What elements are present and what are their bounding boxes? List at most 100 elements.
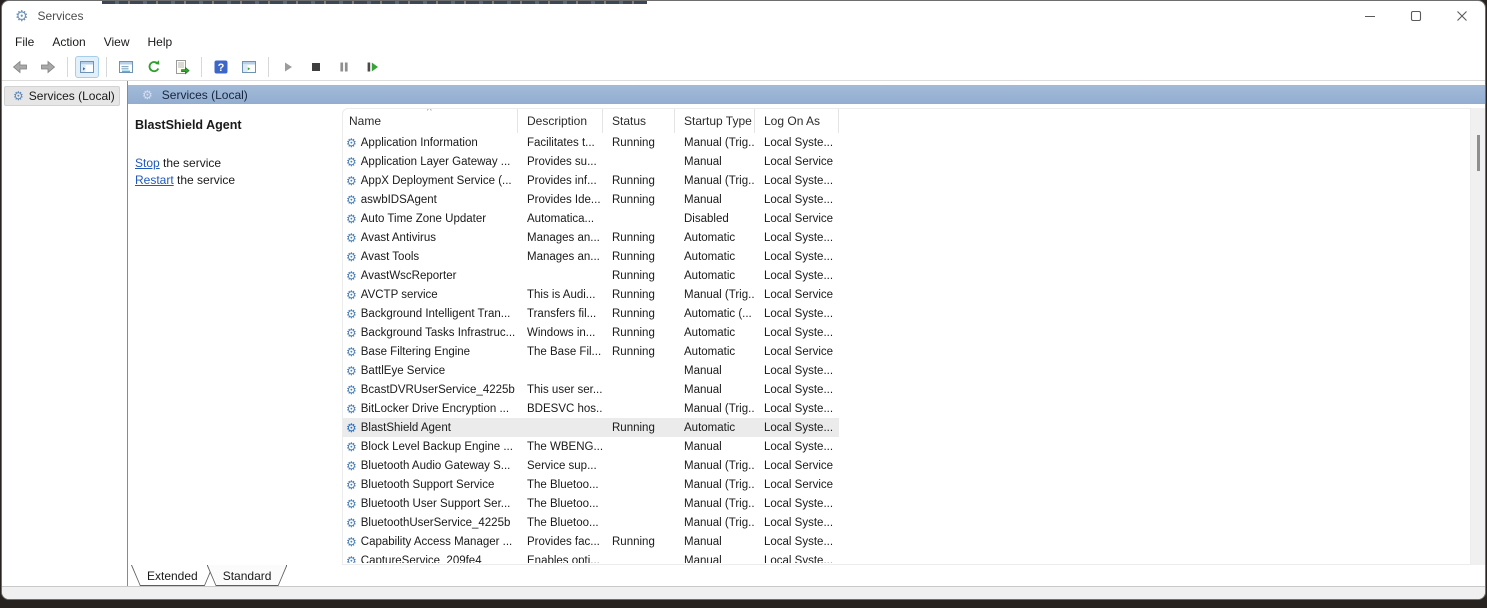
service-log-on-as: Local Syste... xyxy=(755,380,839,399)
main-header-label: Services (Local) xyxy=(162,88,248,102)
service-row[interactable]: BluetoothUserService_4225b The Bluetoo..… xyxy=(343,513,839,532)
service-row[interactable]: Bluetooth Audio Gateway S... Service sup… xyxy=(343,456,839,475)
service-gear-icon xyxy=(346,403,357,415)
stop-link[interactable]: Stop xyxy=(135,156,160,170)
service-row[interactable]: Bluetooth Support Service The Bluetoo...… xyxy=(343,475,839,494)
export-list-icon[interactable] xyxy=(170,56,194,78)
service-row[interactable]: Avast Tools Manages an... Running Automa… xyxy=(343,247,839,266)
column-header-startup-type[interactable]: Startup Type xyxy=(675,109,755,133)
restart-link[interactable]: Restart xyxy=(135,173,174,187)
service-description: Service sup... xyxy=(518,456,603,475)
service-row[interactable]: aswbIDSAgent Provides Ide... Running Man… xyxy=(343,190,839,209)
service-row[interactable]: Block Level Backup Engine ... The WBENG.… xyxy=(343,437,839,456)
service-status xyxy=(603,513,675,532)
menu-view[interactable]: View xyxy=(95,32,139,52)
service-row[interactable]: AvastWscReporter Running Automatic Local… xyxy=(343,266,839,285)
service-log-on-as: Local Service xyxy=(755,152,839,171)
service-log-on-as: Local Syste... xyxy=(755,437,839,456)
service-gear-icon xyxy=(346,327,357,339)
menu-file[interactable]: File xyxy=(6,32,43,52)
service-row[interactable]: Application Layer Gateway ... Provides s… xyxy=(343,152,839,171)
service-startup-type: Manual xyxy=(675,380,755,399)
service-name: Bluetooth Support Service xyxy=(361,479,495,491)
minimize-button[interactable] xyxy=(1347,1,1393,31)
service-row[interactable]: Background Intelligent Tran... Transfers… xyxy=(343,304,839,323)
forward-icon[interactable] xyxy=(36,56,60,78)
vertical-scrollbar[interactable] xyxy=(1471,108,1485,565)
service-row[interactable]: BattlEye Service Manual Local Syste... xyxy=(343,361,839,380)
service-log-on-as: Local Syste... xyxy=(755,513,839,532)
service-name: CaptureService_209fe4 xyxy=(361,555,482,564)
menu-action[interactable]: Action xyxy=(43,32,94,52)
service-row[interactable]: Capability Access Manager ... Provides f… xyxy=(343,532,839,551)
stop-suffix: the service xyxy=(160,156,221,170)
properties-icon[interactable] xyxy=(114,56,138,78)
tab-extended[interactable]: Extended xyxy=(131,565,214,586)
service-row[interactable]: Base Filtering Engine The Base Fil... Ru… xyxy=(343,342,839,361)
toolbar-separator xyxy=(67,57,68,77)
service-status: Running xyxy=(603,171,675,190)
service-status xyxy=(603,551,675,563)
service-row[interactable]: BcastDVRUserService_4225b This user ser.… xyxy=(343,380,839,399)
service-description xyxy=(518,361,603,380)
column-header-description[interactable]: Description xyxy=(518,109,603,133)
service-log-on-as: Local Syste... xyxy=(755,190,839,209)
services-gear-icon xyxy=(142,89,153,101)
toolbar-separator xyxy=(201,57,202,77)
service-status: Running xyxy=(603,342,675,361)
service-row[interactable]: Application Information Facilitates t...… xyxy=(343,133,839,152)
stop-service-icon[interactable] xyxy=(304,56,328,78)
service-row[interactable]: CaptureService_209fe4 Enables opti... Ma… xyxy=(343,551,839,563)
service-row[interactable]: Bluetooth User Support Ser... The Blueto… xyxy=(343,494,839,513)
column-header-log-on-as[interactable]: Log On As xyxy=(755,109,839,133)
service-row[interactable]: Avast Antivirus Manages an... Running Au… xyxy=(343,228,839,247)
service-startup-type: Manual (Trig... xyxy=(675,475,755,494)
service-row[interactable]: Auto Time Zone Updater Automatica... Dis… xyxy=(343,209,839,228)
service-row[interactable]: AppX Deployment Service (... Provides in… xyxy=(343,171,839,190)
service-name: BitLocker Drive Encryption ... xyxy=(361,403,509,415)
service-description: Manages an... xyxy=(518,228,603,247)
pause-service-icon[interactable] xyxy=(332,56,356,78)
service-description: Automatica... xyxy=(518,209,603,228)
service-description: Provides Ide... xyxy=(518,190,603,209)
service-gear-icon xyxy=(346,384,357,396)
help-icon[interactable]: ? xyxy=(209,56,233,78)
show-console-tree-icon[interactable] xyxy=(75,56,99,78)
service-name: Bluetooth User Support Ser... xyxy=(361,498,511,510)
service-row[interactable]: Background Tasks Infrastruc... Windows i… xyxy=(343,323,839,342)
back-icon[interactable] xyxy=(8,56,32,78)
maximize-button[interactable] xyxy=(1393,1,1439,31)
scrollbar-thumb[interactable] xyxy=(1477,135,1480,171)
service-gear-icon xyxy=(346,460,357,472)
service-description: The Bluetoo... xyxy=(518,475,603,494)
column-header-status[interactable]: Status xyxy=(603,109,675,133)
column-header-name[interactable]: ^ Name xyxy=(343,109,518,133)
service-log-on-as: Local Syste... xyxy=(755,228,839,247)
service-gear-icon xyxy=(346,194,357,206)
menu-help[interactable]: Help xyxy=(139,32,182,52)
service-description xyxy=(518,266,603,285)
service-status: Running xyxy=(603,418,675,437)
toolbar-separator xyxy=(106,57,107,77)
service-row[interactable]: BlastShield Agent Running Automatic Loca… xyxy=(343,418,839,437)
start-service-icon[interactable] xyxy=(276,56,300,78)
service-row[interactable]: AVCTP service This is Audi... Running Ma… xyxy=(343,285,839,304)
service-row[interactable]: BitLocker Drive Encryption ... BDESVC ho… xyxy=(343,399,839,418)
refresh-icon[interactable] xyxy=(142,56,166,78)
service-name: Base Filtering Engine xyxy=(361,346,470,358)
services-gear-icon xyxy=(13,90,24,102)
tab-standard[interactable]: Standard xyxy=(207,565,288,586)
service-startup-type: Manual xyxy=(675,551,755,563)
service-status xyxy=(603,475,675,494)
restart-service-icon[interactable] xyxy=(360,56,384,78)
sidebar-item-services-local[interactable]: Services (Local) xyxy=(4,86,120,106)
close-button[interactable] xyxy=(1439,1,1485,31)
service-status: Running xyxy=(603,304,675,323)
services-list: ^ Name Description Status Startup Type L… xyxy=(342,108,1471,565)
stop-service-line: Stop the service xyxy=(135,155,334,172)
service-startup-type: Manual xyxy=(675,532,755,551)
service-name: BcastDVRUserService_4225b xyxy=(361,384,515,396)
service-gear-icon xyxy=(346,308,357,320)
show-action-pane-icon[interactable] xyxy=(237,56,261,78)
service-gear-icon xyxy=(346,270,357,282)
